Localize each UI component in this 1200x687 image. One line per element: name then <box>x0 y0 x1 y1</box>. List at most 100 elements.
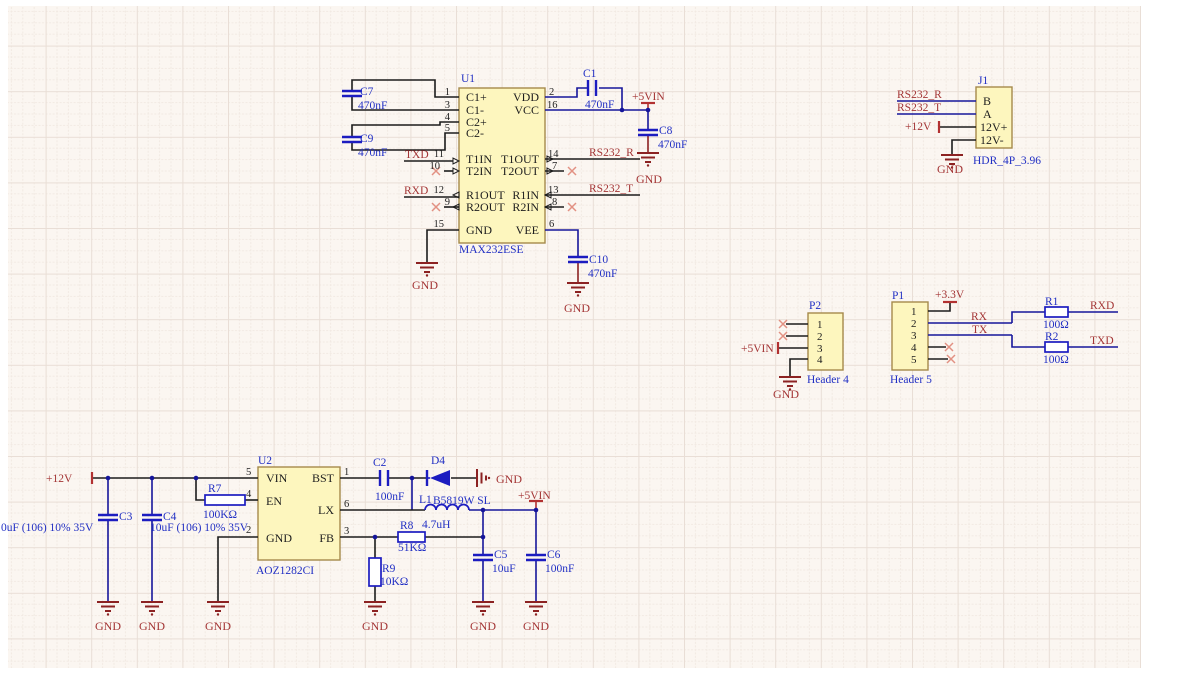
j1-ref[interactable]: J1 <box>978 75 988 87</box>
u1-ref[interactable]: U1 <box>461 73 475 85</box>
c2-ref[interactable]: C2 <box>373 457 387 469</box>
r1-ref[interactable]: R1 <box>1045 296 1059 308</box>
u2-pin-lx[interactable]: LX <box>318 503 334 517</box>
p1-num-1[interactable]: 1 <box>911 306 917 318</box>
p1-num-2[interactable]: 2 <box>911 318 917 330</box>
c1-val[interactable]: 470nF <box>585 99 614 111</box>
gnd-label-c6[interactable]: GND <box>523 619 549 633</box>
u1-pin-vee[interactable]: VEE <box>516 223 539 237</box>
txd-label[interactable]: TXD <box>405 149 429 161</box>
l1-ref[interactable]: L1 <box>419 494 432 506</box>
u1-num-9[interactable]: 9 <box>445 197 450 208</box>
u2-num-6[interactable]: 6 <box>344 499 349 510</box>
r7-symbol[interactable] <box>205 495 245 505</box>
gnd-label-u2[interactable]: GND <box>205 619 231 633</box>
u1-num-15[interactable]: 15 <box>434 219 445 230</box>
gnd-label-c5[interactable]: GND <box>470 619 496 633</box>
u1-num-11[interactable]: 11 <box>434 149 444 160</box>
u1-num-2[interactable]: 2 <box>549 87 554 98</box>
u1-num-16[interactable]: 16 <box>547 100 558 111</box>
gnd-label-c3[interactable]: GND <box>95 619 121 633</box>
u2-num-4[interactable]: 4 <box>246 489 252 500</box>
c10-ref[interactable]: C10 <box>589 254 608 266</box>
c5-ref[interactable]: C5 <box>494 549 508 561</box>
r2-val[interactable]: 100Ω <box>1043 354 1069 366</box>
3v3-label[interactable]: +3.3V <box>935 289 965 301</box>
gnd-label-c10[interactable]: GND <box>564 301 590 315</box>
r7-val[interactable]: 100KΩ <box>203 509 237 521</box>
txd-out-label[interactable]: TXD <box>1090 335 1114 347</box>
rxd-out-label[interactable]: RXD <box>1090 300 1114 312</box>
j1-rs232t-label[interactable]: RS232_T <box>897 102 941 114</box>
c7-val[interactable]: 470nF <box>358 100 387 112</box>
u2-pin-gnd[interactable]: GND <box>266 531 292 545</box>
5vin-top-label[interactable]: +5VIN <box>632 91 665 103</box>
rxd-label[interactable]: RXD <box>404 185 428 197</box>
u1-pin-c2m[interactable]: C2- <box>466 126 484 140</box>
r8-symbol[interactable] <box>398 532 425 542</box>
c2-val[interactable]: 100nF <box>375 491 404 503</box>
u2-num-5[interactable]: 5 <box>246 467 251 478</box>
c6-ref[interactable]: C6 <box>547 549 561 561</box>
gnd-label-c4[interactable]: GND <box>139 619 165 633</box>
u2-ref[interactable]: U2 <box>258 455 272 467</box>
p2-part[interactable]: Header 4 <box>807 374 849 386</box>
r2-symbol[interactable] <box>1045 342 1068 352</box>
u1-pin-t2out[interactable]: T2OUT <box>501 164 540 178</box>
r8-ref[interactable]: R8 <box>400 520 414 532</box>
u2-num-3[interactable]: 3 <box>344 526 349 537</box>
c8-val[interactable]: 470nF <box>658 139 687 151</box>
r7-ref[interactable]: R7 <box>208 483 222 495</box>
d4-val[interactable]: B5819W SL <box>433 495 491 507</box>
u1-num-5[interactable]: 5 <box>445 123 450 134</box>
u1-pin-vdd[interactable]: VDD <box>513 90 539 104</box>
c9-ref[interactable]: C9 <box>360 133 374 145</box>
u1-num-13[interactable]: 13 <box>548 185 559 196</box>
tx-label[interactable]: TX <box>972 324 988 336</box>
c7-ref[interactable]: C7 <box>360 86 374 98</box>
j1-part[interactable]: HDR_4P_3.96 <box>973 155 1041 167</box>
u2-part[interactable]: AOZ1282CI <box>256 565 314 577</box>
c1-ref[interactable]: C1 <box>583 68 597 80</box>
c6-val[interactable]: 100nF <box>545 563 574 575</box>
u1-num-7[interactable]: 7 <box>552 161 557 172</box>
gnd-label-u1[interactable]: GND <box>412 278 438 292</box>
r9-val[interactable]: 10KΩ <box>380 576 408 588</box>
u2-pin-fb[interactable]: FB <box>319 531 334 545</box>
gnd-label-r9[interactable]: GND <box>362 619 388 633</box>
gnd-label-p2[interactable]: GND <box>773 387 799 401</box>
c5-val[interactable]: 10uF <box>492 563 516 575</box>
u1-pin-gnd[interactable]: GND <box>466 223 492 237</box>
gnd-label-d4[interactable]: GND <box>496 472 522 486</box>
p2-body[interactable] <box>808 313 843 370</box>
l1-val[interactable]: 4.7uH <box>422 519 450 531</box>
p2-5vin-label[interactable]: +5VIN <box>741 343 774 355</box>
p1-num-4[interactable]: 4 <box>911 342 917 354</box>
c4-val[interactable]: 10uF (106) 10% 35V <box>150 522 249 534</box>
12v-label[interactable]: +12V <box>46 473 73 485</box>
u1-num-12[interactable]: 12 <box>434 185 445 196</box>
j1-12v-label[interactable]: +12V <box>905 121 932 133</box>
p2-num-1[interactable]: 1 <box>817 319 823 331</box>
u1-pin-r2out[interactable]: R2OUT <box>466 200 505 214</box>
gnd-label-j1[interactable]: GND <box>937 162 963 176</box>
rx-label[interactable]: RX <box>971 311 988 323</box>
u1-pin-vcc[interactable]: VCC <box>514 103 539 117</box>
u1-part[interactable]: MAX232ESE <box>459 244 524 256</box>
p1-body[interactable] <box>892 302 928 370</box>
u1-num-3[interactable]: 3 <box>445 100 450 111</box>
c9-val[interactable]: 470nF <box>358 147 387 159</box>
rs232t-label[interactable]: RS232_T <box>589 183 633 195</box>
rs232r-label[interactable]: RS232_R <box>589 147 634 159</box>
r1-symbol[interactable] <box>1045 307 1068 317</box>
5vin-out-label[interactable]: +5VIN <box>518 490 551 502</box>
p2-num-2[interactable]: 2 <box>817 331 823 343</box>
j1-pin-a[interactable]: A <box>983 107 992 121</box>
u2-num-2[interactable]: 2 <box>246 525 251 536</box>
j1-pin-b[interactable]: B <box>983 94 991 108</box>
u2-pin-bst[interactable]: BST <box>312 471 335 485</box>
p2-ref[interactable]: P2 <box>809 300 821 312</box>
r2-ref[interactable]: R2 <box>1045 331 1059 343</box>
p1-ref[interactable]: P1 <box>892 290 904 302</box>
u1-num-8[interactable]: 8 <box>552 197 557 208</box>
